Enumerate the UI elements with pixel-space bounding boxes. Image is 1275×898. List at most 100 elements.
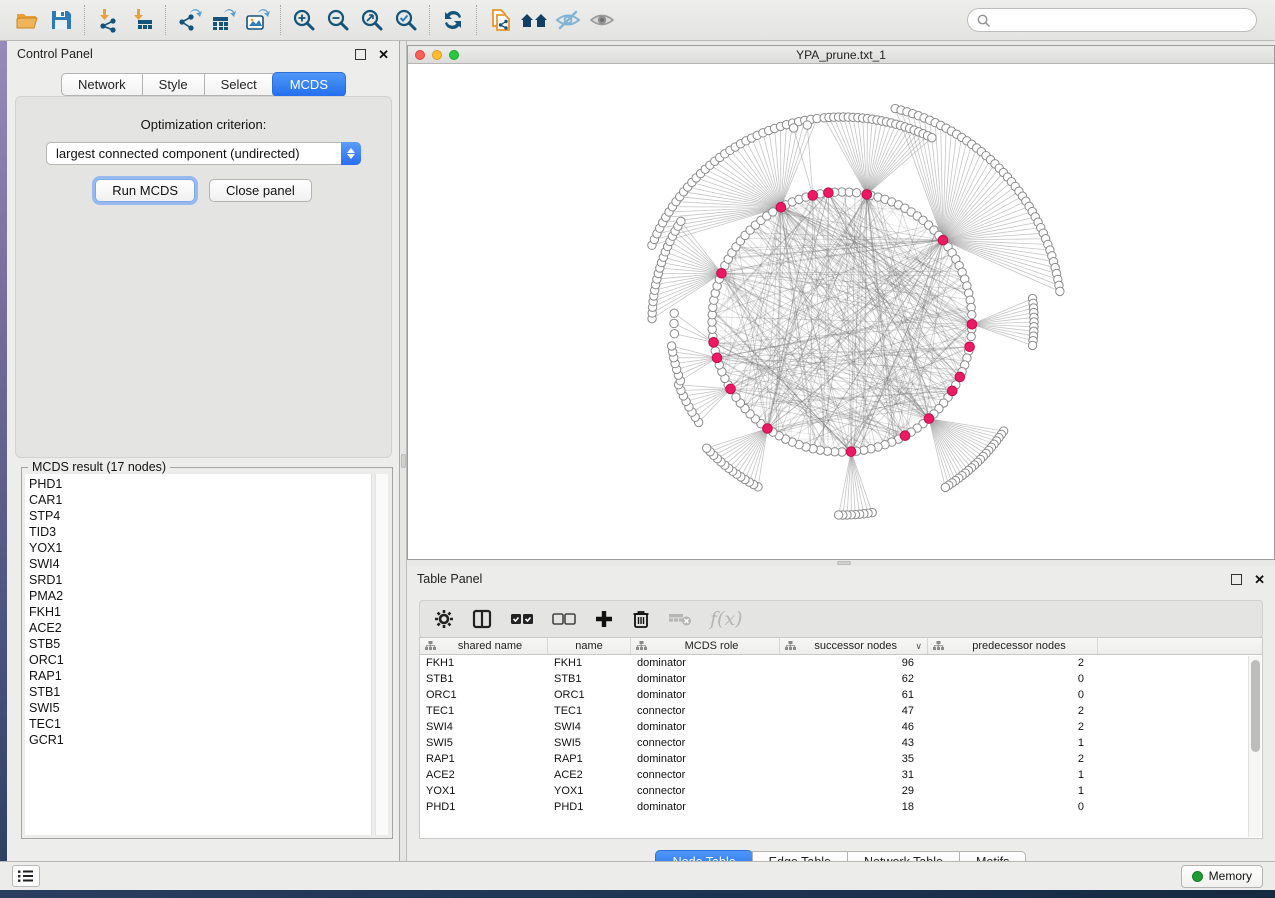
show-all-eye-icon[interactable] [585,4,619,36]
network-graph-canvas[interactable] [408,64,1274,559]
import-network-icon[interactable] [91,4,125,36]
function-builder-icon[interactable]: f(x) [710,608,743,630]
mcds-hub-node[interactable] [947,386,957,396]
mcds-hub-node[interactable] [862,190,872,200]
export-network-icon[interactable] [172,4,206,36]
tab-mcds[interactable]: MCDS [272,72,346,97]
column-header-MCDS-role[interactable]: MCDS role [631,638,780,654]
leaf-node[interactable] [667,342,675,350]
mcds-hub-node[interactable] [709,338,719,348]
column-header-shared-name[interactable]: shared name [420,638,548,654]
memory-button[interactable]: Memory [1181,865,1263,888]
mcds-result-item[interactable]: SRD1 [29,572,371,588]
mcds-hub-node[interactable] [900,431,910,441]
table-row[interactable]: PHD1PHD1dominator180 [420,799,1262,815]
leaf-node[interactable] [1028,341,1036,349]
leaf-node[interactable] [670,319,678,327]
mcds-result-item[interactable]: RAP1 [29,668,371,684]
houses-icon[interactable] [517,4,551,36]
leaf-node[interactable] [670,330,678,338]
mcds-hub-node[interactable] [776,202,786,212]
table-row[interactable]: SWI5SWI5connector431 [420,735,1262,751]
settings-gear-icon[interactable] [434,609,454,629]
close-panel-icon[interactable]: ✕ [378,49,389,60]
import-table-icon[interactable] [125,4,159,36]
mcds-result-list[interactable]: PHD1CAR1STP4TID3YOX1SWI4SRD1PMA2FKH1ACE2… [25,474,372,835]
splitter-handle[interactable] [401,454,406,468]
mcds-result-item[interactable]: GCR1 [29,732,371,748]
column-header-name[interactable]: name [548,638,631,654]
table-row[interactable]: STB1STB1dominator620 [420,671,1262,687]
scrollbar-thumb[interactable] [1251,660,1260,752]
tab-style[interactable]: Style [142,73,204,96]
mcds-hub-node[interactable] [846,447,856,457]
mcds-hub-node[interactable] [967,319,977,329]
mcds-result-item[interactable]: PMA2 [29,588,371,604]
duplicate-network-icon[interactable] [483,4,517,36]
column-header-successor-nodes[interactable]: successor nodes∨ [780,638,928,654]
leaf-node[interactable] [834,511,842,519]
leaf-node[interactable] [803,121,811,129]
table-row[interactable]: TEC1TEC1connector472 [420,703,1262,719]
splitter-handle[interactable] [837,561,851,565]
mcds-hub-node[interactable] [938,235,948,245]
open-folder-icon[interactable] [10,4,44,36]
mcds-result-item[interactable]: SWI5 [29,700,371,716]
leaf-node[interactable] [928,134,936,142]
float-panel-icon[interactable] [1231,574,1242,585]
table-row[interactable]: RAP1RAP1dominator352 [420,751,1262,767]
mcds-result-item[interactable]: TEC1 [29,716,371,732]
leaf-node[interactable] [670,309,678,317]
leaf-node[interactable] [789,124,797,132]
mcds-hub-node[interactable] [712,353,722,363]
table-row[interactable]: SWI4SWI4dominator462 [420,719,1262,735]
mcds-result-item[interactable]: FKH1 [29,604,371,620]
mcds-result-scrollbar[interactable] [375,474,388,835]
search-input[interactable] [991,13,1248,27]
delete-table-icon[interactable] [668,610,692,628]
mcds-hub-node[interactable] [924,414,934,424]
network-window-titlebar[interactable]: YPA_prune.txt_1 [408,46,1274,64]
deselect-all-icon[interactable] [552,611,576,627]
zoom-in-icon[interactable] [287,4,321,36]
mcds-result-item[interactable]: ORC1 [29,652,371,668]
close-panel-icon[interactable]: ✕ [1254,574,1265,585]
delete-row-trash-icon[interactable] [632,609,650,629]
tab-select[interactable]: Select [204,73,273,96]
table-row[interactable]: FKH1FKH1dominator962 [420,655,1262,671]
close-panel-button[interactable]: Close panel [209,179,312,202]
network-node[interactable] [968,311,976,319]
mcds-result-item[interactable]: STB1 [29,684,371,700]
export-image-icon[interactable] [240,4,274,36]
vertical-splitter[interactable] [400,41,407,861]
tab-network[interactable]: Network [61,73,142,96]
float-panel-icon[interactable] [355,49,366,60]
add-row-plus-icon[interactable] [594,609,614,629]
leaf-node[interactable] [1056,287,1064,295]
save-icon[interactable] [44,4,78,36]
table-row[interactable]: YOX1YOX1connector291 [420,783,1262,799]
network-node[interactable] [852,189,860,197]
mcds-result-item[interactable]: STB5 [29,636,371,652]
table-row[interactable]: ACE2ACE2connector311 [420,767,1262,783]
leaf-node[interactable] [702,444,710,452]
column-layout-icon[interactable] [472,609,492,629]
leaf-node[interactable] [941,483,949,491]
mcds-hub-node[interactable] [763,424,773,434]
network-node[interactable] [967,332,975,340]
table-scrollbar[interactable] [1248,656,1261,837]
export-table-icon[interactable] [206,4,240,36]
column-header-predecessor-nodes[interactable]: predecessor nodes [928,638,1098,654]
fit-content-icon[interactable] [355,4,389,36]
optimization-criterion-select[interactable]: largest connected component (undirected) [46,142,361,165]
mcds-result-item[interactable]: CAR1 [29,492,371,508]
mcds-hub-node[interactable] [824,188,834,198]
zoom-out-icon[interactable] [321,4,355,36]
select-all-icon[interactable] [510,611,534,627]
hide-selected-eye-slash-icon[interactable] [551,4,585,36]
network-node[interactable] [769,208,777,216]
mcds-hub-node[interactable] [808,191,818,201]
mcds-result-item[interactable]: ACE2 [29,620,371,636]
refresh-icon[interactable] [436,4,470,36]
mcds-result-item[interactable]: YOX1 [29,540,371,556]
